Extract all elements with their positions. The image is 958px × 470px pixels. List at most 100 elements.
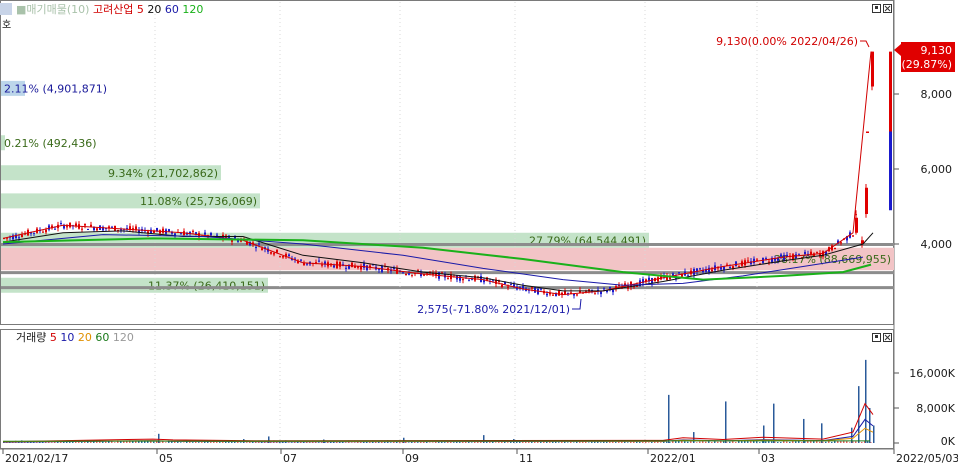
volume-bar — [153, 442, 155, 443]
candle-body — [210, 233, 212, 235]
candle-body — [300, 260, 302, 261]
candle-body — [321, 265, 323, 266]
volume-bar — [816, 441, 818, 443]
volume-bar — [873, 426, 875, 444]
volume-bar — [711, 442, 713, 443]
volume-bar — [600, 442, 602, 443]
volume-bar — [690, 441, 692, 443]
legend-entry[interactable]: 120 — [179, 3, 204, 16]
volume-bar — [345, 442, 347, 443]
candle-body — [471, 279, 473, 280]
candle-body — [408, 273, 410, 275]
candle-body — [168, 229, 170, 231]
candle-body — [135, 226, 137, 229]
candle-body — [33, 233, 35, 234]
volume-bar — [51, 442, 53, 443]
volume-bar — [588, 442, 590, 443]
legend-entry[interactable]: 거래량 — [16, 331, 46, 344]
x-axis-label: 2022/01 — [650, 452, 696, 465]
x-axis-label: 2021/02/17 — [5, 452, 68, 465]
volume-bar — [699, 442, 701, 443]
volume-bar — [708, 441, 710, 443]
candle-body — [765, 258, 767, 259]
volume-bar — [180, 442, 182, 443]
volume-bar — [36, 442, 38, 443]
volume-bar — [192, 442, 194, 443]
x-axis-label: 11 — [519, 452, 533, 465]
volume-bar — [429, 442, 431, 443]
chart-canvas: 2.11% (4,901,871)0.21% (492,436)9.34% (2… — [0, 0, 958, 466]
volume-bar — [795, 441, 797, 443]
volume-bar — [768, 441, 770, 443]
volume-bar — [351, 442, 353, 443]
candle-body — [756, 260, 758, 261]
volume-bar — [201, 442, 203, 443]
legend-entry[interactable]: 20 — [144, 3, 162, 16]
volume-bar — [195, 442, 197, 443]
legend-entry[interactable]: 20 — [74, 331, 92, 344]
volume-bar — [846, 441, 848, 443]
candle-body — [546, 294, 548, 296]
candle-body — [866, 132, 869, 134]
corner-tab[interactable] — [0, 3, 12, 15]
legend-entry[interactable]: 10 — [57, 331, 75, 344]
candle-body — [441, 272, 443, 273]
legend-entry[interactable]: 5 — [46, 331, 57, 344]
current-price-change: (29.87%) — [901, 58, 952, 71]
volume-legend: 거래량 5 10 20 60 120 — [16, 331, 134, 344]
legend-entry[interactable]: 고려산업 — [89, 3, 133, 16]
volume-bar — [666, 442, 668, 443]
candle-body — [288, 254, 290, 255]
price-axis-label: 8,000 — [921, 88, 953, 101]
candle-body — [45, 230, 47, 232]
candle-body — [351, 262, 353, 267]
candle-body — [303, 263, 305, 265]
volume-bar — [642, 442, 644, 443]
volume-axis-label: 16,000K — [909, 367, 955, 380]
candle-body — [273, 253, 275, 254]
volume-bar — [639, 442, 641, 443]
volume-bar — [417, 442, 419, 443]
candle-body — [282, 256, 284, 257]
candle-body — [21, 235, 23, 237]
volume-bar — [720, 441, 722, 443]
candle-body — [261, 248, 263, 250]
x-axis-label: 07 — [283, 452, 297, 465]
stock-chart: 2.11% (4,901,871)0.21% (492,436)9.34% (2… — [0, 0, 958, 466]
volume-bar — [177, 442, 179, 443]
volume-profile-label: 11.08% (25,736,069) — [140, 195, 257, 208]
candle-body — [834, 248, 836, 249]
volume-bar — [84, 442, 86, 443]
volume-bar — [390, 442, 392, 443]
legend-entry[interactable]: 5 — [133, 3, 144, 16]
volume-bar — [408, 442, 410, 443]
volume-bar — [318, 442, 320, 443]
volume-bar — [234, 442, 236, 443]
candle-body — [783, 255, 785, 260]
volume-bar — [771, 441, 773, 443]
volume-axis-label: 0K — [941, 435, 956, 448]
volume-bar — [627, 442, 629, 443]
volume-bar — [507, 442, 509, 443]
candle-body — [216, 235, 218, 236]
candle-body — [708, 268, 710, 272]
volume-bar — [102, 442, 104, 443]
volume-bar — [540, 442, 542, 443]
legend-entry[interactable]: 60 — [161, 3, 179, 16]
volume-bar — [675, 441, 677, 443]
candle-body — [258, 244, 260, 245]
candle-body — [768, 262, 770, 263]
volume-profile-label: 9.34% (21,702,862) — [108, 167, 218, 180]
volume-bar — [821, 423, 823, 443]
legend-entry[interactable]: ■매기매물(10) — [16, 3, 89, 16]
volume-bar — [495, 442, 497, 443]
candle-body — [855, 218, 858, 233]
legend-entry[interactable]: 120 — [109, 331, 134, 344]
volume-panel-frame — [1, 330, 894, 449]
volume-bar — [668, 395, 670, 443]
corner-label: 호 — [2, 19, 11, 31]
volume-bar — [807, 441, 809, 443]
volume-bar — [558, 442, 560, 443]
legend-entry[interactable]: 60 — [92, 331, 110, 344]
volume-bar — [831, 442, 833, 443]
